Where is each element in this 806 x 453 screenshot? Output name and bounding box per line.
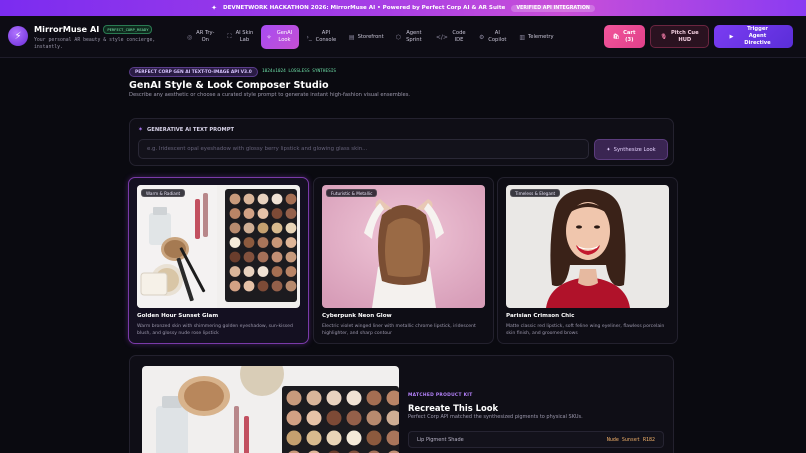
tab-code-ide[interactable]: </> Code IDE [431, 25, 472, 49]
brand-name: MirrorMuse AI [34, 24, 100, 34]
store-icon: ▤ [348, 33, 355, 41]
look-card-parisian[interactable]: Timeless & Elegant Parisian Crimson Chic… [497, 177, 678, 344]
code-icon: </> [435, 33, 448, 41]
tab-ar-try-on[interactable]: ◎ AR Try-On [182, 25, 220, 49]
tab-api-console[interactable]: ›_ API Console [301, 25, 341, 49]
style-tag: Warm & Radiant [141, 189, 186, 197]
product-kit-image [142, 366, 399, 453]
sparkle-icon: ✦ [606, 146, 611, 153]
look-card-golden-hour[interactable]: Warm & Radiant Golden Hour Sunset Glam W… [128, 177, 309, 344]
kit-title: Recreate This Look [408, 403, 499, 413]
card-title: Parisian Crimson Chic [506, 313, 575, 319]
api-version-chip: PERFECT CORP GEN AI TEXT-TO-IMAGE API V3… [129, 67, 258, 77]
tab-agent-sprint[interactable]: ⬡ Agent Sprint [391, 25, 429, 49]
cart-icon: 🛍 [612, 33, 620, 40]
camera-icon: ◎ [187, 33, 193, 41]
play-icon: ▶ [729, 33, 734, 40]
prompt-label: ✶ GENERATIVE AI TEXT PROMPT [138, 126, 235, 133]
sparkle-icon: ✧ [266, 33, 272, 41]
sku-row[interactable]: Lip Pigment Shade Nude Sunset R182 [408, 431, 664, 448]
synthesize-button[interactable]: ✦ Synthesize Look [594, 139, 668, 160]
kit-label: MATCHED PRODUCT KIT [408, 393, 473, 398]
kit-subtitle: Perfect Corp API matched the synthesized… [408, 414, 583, 420]
prompt-input[interactable] [138, 139, 589, 159]
look-card-cyberpunk[interactable]: Futuristic & Metallic Cyberpunk Neon Glo… [313, 177, 494, 344]
sparkle-icon: ✦ [211, 4, 217, 12]
sku-value: Nude Sunset R182 [606, 436, 655, 443]
smiling-woman-portrait-image [506, 185, 669, 308]
tab-telemetry[interactable]: ▥ Telemetry [514, 25, 558, 49]
card-title: Golden Hour Sunset Glam [137, 313, 219, 319]
status-badge: PERFECT_CORP_READY [103, 25, 153, 34]
brand[interactable]: ⚡ MirrorMuse AI PERFECT_CORP_READY Your … [8, 24, 162, 51]
tab-ai-copilot[interactable]: ⚙ AI Copilot [474, 25, 512, 49]
style-tag: Timeless & Elegant [510, 189, 561, 197]
brand-tagline: Your personal AR beauty & style concierg… [34, 38, 156, 50]
nav-tabs: ◎ AR Try-On ⛶ AI Skin Lab ✧ GenAI Look ›_ AP… [182, 25, 559, 49]
verified-badge: VERIFIED API INTEGRATION [511, 4, 595, 12]
tab-genai-look[interactable]: ✧ GenAI Look [261, 25, 300, 49]
sku-label: Lip Pigment Shade [417, 436, 464, 443]
woman-back-hair-image [322, 185, 485, 308]
style-tag: Futuristic & Metallic [326, 189, 378, 197]
product-kit-panel: MATCHED PRODUCT KIT Recreate This Look P… [129, 355, 674, 453]
card-title: Cyberpunk Neon Glow [322, 313, 392, 319]
lightning-logo-icon: ⚡ [8, 26, 28, 46]
card-description: Matte classic red lipstick, soft feline … [506, 324, 665, 336]
trigger-agent-button[interactable]: ▶ Trigger Agent Directive [714, 25, 793, 48]
banner-text: DEVNETWORK HACKATHON 2026: MirrorMuse AI… [222, 5, 506, 11]
wand-icon: ✶ [138, 126, 144, 133]
resolution-label: 1024x1024 LOSSLESS SYNTHESIS [262, 69, 337, 74]
card-description: Warm bronzed skin with shimmering golden… [137, 324, 293, 336]
mic-icon: 🎙 [660, 33, 667, 40]
terminal-icon: ›_ [306, 33, 312, 41]
tab-ai-skin-lab[interactable]: ⛶ AI Skin Lab [222, 25, 259, 49]
cube-icon: ⬡ [395, 33, 401, 41]
makeup-flatlay-image [137, 185, 300, 308]
hackathon-banner: ✦ DEVNETWORK HACKATHON 2026: MirrorMuse … [0, 0, 806, 16]
bot-icon: ⚙ [478, 33, 485, 41]
page-subtitle: Describe any aesthetic or choose a curat… [129, 92, 411, 98]
scan-icon: ⛶ [227, 33, 232, 40]
cart-button[interactable]: 🛍 Cart (3) [604, 25, 645, 48]
tab-storefront[interactable]: ▤ Storefront [344, 25, 389, 49]
prompt-panel: ✶ GENERATIVE AI TEXT PROMPT ✦ Synthesize… [129, 118, 674, 166]
card-description: Electric violet winged liner with metall… [322, 324, 476, 336]
page-title: GenAI Style & Look Composer Studio [129, 80, 329, 91]
chart-icon: ▥ [519, 33, 526, 41]
pitch-cue-button[interactable]: 🎙 Pitch Cue HUD [650, 25, 709, 48]
